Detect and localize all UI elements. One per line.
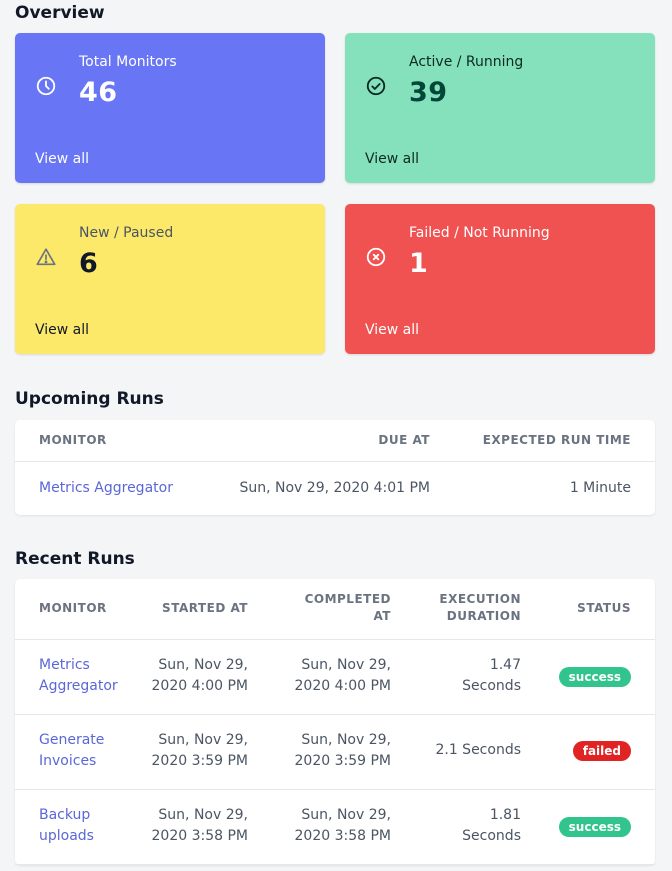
card-value: 1 — [409, 248, 429, 279]
divider — [15, 714, 655, 715]
card-label: New / Paused — [79, 225, 174, 241]
recent-runs-table: MONITOR STARTED AT COMPLETED AT EXECUTIO… — [15, 579, 655, 865]
col-header-completed-at: COMPLETED AT — [304, 592, 391, 623]
col-header-started-at: STARTED AT — [162, 601, 248, 615]
divider — [15, 864, 655, 865]
col-header-monitor: MONITOR — [39, 601, 107, 615]
card-total-monitors: Total Monitors 46 View all — [15, 33, 325, 183]
completed-at-cell: Sun, Nov 29, 2020 4:00 PM — [294, 657, 392, 694]
col-header-monitor: MONITOR — [39, 433, 107, 447]
started-at-cell: Sun, Nov 29, 2020 3:58 PM — [151, 807, 249, 844]
card-failed-not-running: Failed / Not Running 1 View all — [345, 204, 655, 354]
monitor-link[interactable]: Metrics Aggregator — [39, 478, 173, 499]
monitor-link[interactable]: Generate Invoices — [39, 730, 104, 772]
col-header-expected-run-time: EXPECTED RUN TIME — [482, 433, 631, 447]
overview-title: Overview — [15, 3, 105, 23]
card-value: 6 — [79, 248, 99, 279]
monitor-link[interactable]: Backup uploads — [39, 805, 94, 847]
execution-duration-cell: 1.81 Seconds — [462, 807, 521, 844]
col-header-status: STATUS — [577, 601, 631, 615]
check-circle-icon — [365, 75, 387, 97]
status-badge: success — [558, 667, 631, 687]
view-all-link[interactable]: View all — [365, 322, 419, 338]
x-circle-icon — [365, 246, 387, 268]
card-value: 46 — [79, 77, 118, 108]
col-header-due-at: DUE AT — [378, 433, 430, 447]
started-at-cell: Sun, Nov 29, 2020 3:59 PM — [151, 732, 249, 769]
completed-at-cell: Sun, Nov 29, 2020 3:59 PM — [294, 732, 392, 769]
col-header-execution-duration: EXECUTION DURATION — [439, 592, 521, 623]
expected-run-time-cell: 1 Minute — [569, 480, 631, 496]
card-value: 39 — [409, 77, 448, 108]
card-label: Active / Running — [409, 54, 524, 70]
card-active-running: Active / Running 39 View all — [345, 33, 655, 183]
due-at-cell: Sun, Nov 29, 2020 4:01 PM — [239, 480, 430, 496]
status-badge: failed — [572, 741, 631, 761]
divider — [15, 789, 655, 790]
recent-runs-title: Recent Runs — [15, 549, 135, 569]
divider — [15, 461, 655, 462]
clock-icon — [35, 75, 57, 97]
card-label: Failed / Not Running — [409, 225, 550, 241]
status-badge: success — [558, 817, 631, 837]
card-label: Total Monitors — [79, 54, 177, 70]
monitor-link[interactable]: Metrics Aggregator — [39, 655, 118, 697]
execution-duration-cell: 1.47 Seconds — [462, 657, 521, 694]
divider — [15, 639, 655, 640]
warning-icon — [35, 246, 57, 268]
view-all-link[interactable]: View all — [35, 322, 89, 338]
view-all-link[interactable]: View all — [35, 151, 89, 167]
started-at-cell: Sun, Nov 29, 2020 4:00 PM — [151, 657, 249, 694]
completed-at-cell: Sun, Nov 29, 2020 3:58 PM — [294, 807, 392, 844]
upcoming-runs-title: Upcoming Runs — [15, 389, 164, 409]
upcoming-runs-table: MONITOR DUE AT EXPECTED RUN TIME Metrics… — [15, 420, 655, 515]
card-new-paused: New / Paused 6 View all — [15, 204, 325, 354]
view-all-link[interactable]: View all — [365, 151, 419, 167]
execution-duration-cell: 2.1 Seconds — [435, 742, 521, 758]
